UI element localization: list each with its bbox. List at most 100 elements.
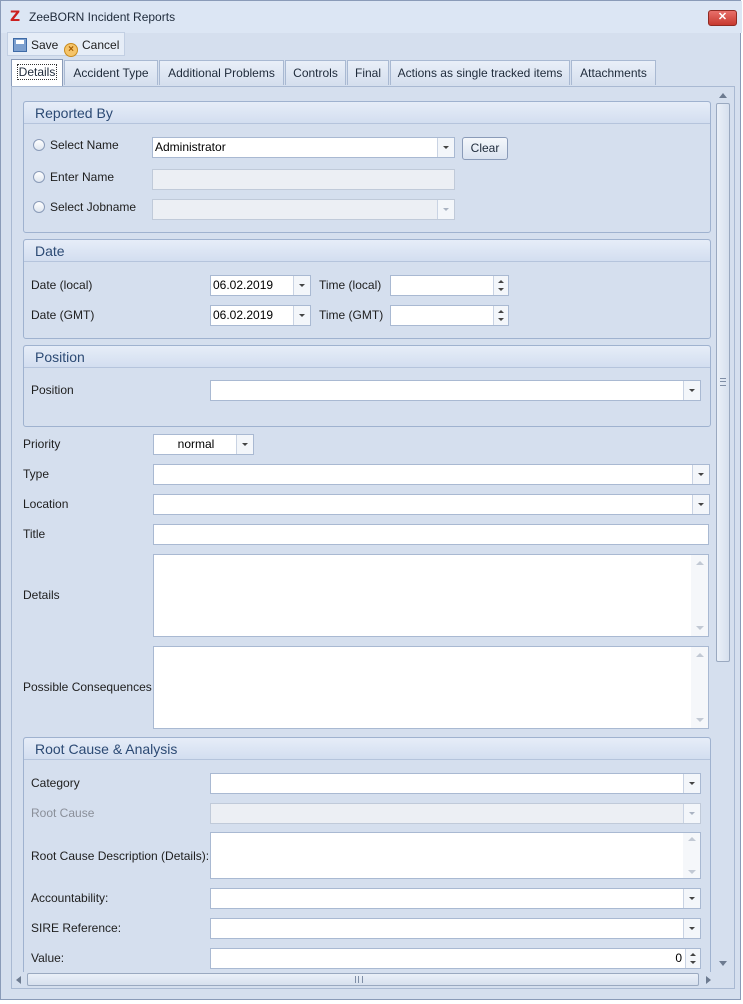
date-local-field[interactable]: 06.02.2019 xyxy=(210,275,311,296)
cancel-button[interactable]: × Cancel xyxy=(64,36,120,57)
zeeborn-logo-icon: Z xyxy=(10,9,21,25)
category-label: Category xyxy=(31,776,80,790)
accountability-dropdown[interactable] xyxy=(210,888,701,909)
chevron-down-icon[interactable] xyxy=(683,919,700,938)
scroll-up-icon[interactable] xyxy=(696,653,704,657)
details-panel: Reported By Select Name Administrator Cl… xyxy=(11,86,735,989)
date-gmt-label: Date (GMT) xyxy=(31,308,95,322)
value-spinner[interactable] xyxy=(685,949,700,968)
chevron-down-icon[interactable] xyxy=(683,774,700,793)
date-group: Date Date (local) 06.02.2019 Time (local… xyxy=(23,239,711,339)
title-bar: Z ZeeBORN Incident Reports ✕ xyxy=(1,1,742,33)
priority-label: Priority xyxy=(23,437,61,451)
details-textarea[interactable] xyxy=(153,554,709,637)
select-jobname-dropdown[interactable] xyxy=(152,199,455,220)
horizontal-scrollbar[interactable] xyxy=(12,972,715,988)
vertical-scrollbar[interactable] xyxy=(715,87,732,972)
chevron-down-icon[interactable] xyxy=(683,381,700,400)
chevron-down-icon[interactable] xyxy=(236,435,253,454)
scroll-down-icon[interactable] xyxy=(696,718,704,722)
scroll-down-icon[interactable] xyxy=(696,626,704,630)
enter-name-radio[interactable] xyxy=(33,171,45,183)
scroll-left-arrow-icon[interactable] xyxy=(16,976,21,984)
details-scrollbar[interactable] xyxy=(691,555,708,636)
cancel-label: Cancel xyxy=(82,38,120,52)
tab-additional-problems[interactable]: Additional Problems xyxy=(159,60,284,85)
date-gmt-field[interactable]: 06.02.2019 xyxy=(210,305,311,326)
enter-name-field[interactable] xyxy=(152,169,455,190)
clear-button[interactable]: Clear xyxy=(462,137,508,160)
chevron-down-icon[interactable] xyxy=(437,200,454,219)
time-local-spinner[interactable] xyxy=(493,276,508,295)
priority-value: normal xyxy=(177,437,215,451)
chevron-down-icon[interactable] xyxy=(683,804,700,823)
floppy-disk-icon xyxy=(13,38,27,52)
scroll-down-icon[interactable] xyxy=(688,870,696,874)
chevron-down-icon[interactable] xyxy=(692,465,709,484)
close-button[interactable]: ✕ xyxy=(708,10,737,26)
root-cause-header: Root Cause & Analysis xyxy=(24,738,710,760)
select-name-value: Administrator xyxy=(155,140,226,154)
time-gmt-field[interactable] xyxy=(390,305,509,326)
possible-consequences-label: Possible Consequences xyxy=(23,680,152,694)
calendar-dropdown-icon[interactable] xyxy=(293,306,310,325)
value-field[interactable]: 0 xyxy=(210,948,701,969)
tab-controls[interactable]: Controls xyxy=(285,60,346,85)
time-local-field[interactable] xyxy=(390,275,509,296)
consequences-scrollbar[interactable] xyxy=(691,647,708,728)
root-cause-description-textarea[interactable] xyxy=(210,832,701,879)
possible-consequences-textarea[interactable] xyxy=(153,646,709,729)
category-dropdown[interactable] xyxy=(210,773,701,794)
tab-accident-type[interactable]: Accident Type xyxy=(64,60,158,85)
location-dropdown[interactable] xyxy=(153,494,710,515)
root-cause-dropdown[interactable] xyxy=(210,803,701,824)
value-number: 0 xyxy=(675,951,682,965)
tab-actions-single-tracked-items[interactable]: Actions as single tracked items xyxy=(390,60,570,85)
time-gmt-label: Time (GMT) xyxy=(319,308,384,322)
horizontal-scroll-thumb[interactable] xyxy=(27,973,699,986)
tab-final[interactable]: Final xyxy=(347,60,389,85)
position-dropdown[interactable] xyxy=(210,380,701,401)
chevron-down-icon[interactable] xyxy=(692,495,709,514)
select-name-dropdown[interactable]: Administrator xyxy=(152,137,455,158)
grip-icon xyxy=(355,976,363,983)
tab-details[interactable]: Details xyxy=(11,59,63,86)
chevron-down-icon[interactable] xyxy=(683,889,700,908)
scroll-up-arrow-icon[interactable] xyxy=(719,93,727,98)
toolbar: Save × Cancel xyxy=(7,32,125,57)
scroll-right-arrow-icon[interactable] xyxy=(706,976,711,984)
description-scrollbar[interactable] xyxy=(683,833,700,878)
cancel-icon: × xyxy=(64,43,78,57)
details-label: Details xyxy=(23,588,60,602)
select-name-radio[interactable] xyxy=(33,139,45,151)
scroll-up-icon[interactable] xyxy=(688,837,696,841)
background-window-strip xyxy=(0,1000,743,1004)
scroll-up-icon[interactable] xyxy=(696,561,704,565)
root-cause-label: Root Cause xyxy=(31,806,95,820)
position-label: Position xyxy=(31,383,74,397)
grip-icon xyxy=(720,378,726,386)
tab-attachments[interactable]: Attachments xyxy=(571,60,656,85)
type-dropdown[interactable] xyxy=(153,464,710,485)
position-group: Position Position xyxy=(23,345,711,427)
title-field[interactable] xyxy=(153,524,709,545)
time-gmt-spinner[interactable] xyxy=(493,306,508,325)
root-cause-description-label: Root Cause Description (Details): xyxy=(31,849,210,863)
vertical-scroll-thumb[interactable] xyxy=(716,103,730,662)
location-label: Location xyxy=(23,497,69,511)
chevron-down-icon[interactable] xyxy=(437,138,454,157)
priority-dropdown[interactable]: normal xyxy=(153,434,254,455)
save-label: Save xyxy=(31,38,59,52)
time-local-label: Time (local) xyxy=(319,278,382,292)
scroll-down-arrow-icon[interactable] xyxy=(719,961,727,966)
root-cause-group: Root Cause & Analysis Category Root Caus… xyxy=(23,737,711,987)
position-header: Position xyxy=(24,346,710,368)
date-local-value: 06.02.2019 xyxy=(213,278,274,292)
save-button[interactable]: Save xyxy=(13,36,58,54)
title-label: Title xyxy=(23,527,46,541)
window-title: ZeeBORN Incident Reports xyxy=(29,10,176,24)
date-gmt-value: 06.02.2019 xyxy=(213,308,274,322)
select-jobname-radio[interactable] xyxy=(33,201,45,213)
calendar-dropdown-icon[interactable] xyxy=(293,276,310,295)
sire-reference-dropdown[interactable] xyxy=(210,918,701,939)
